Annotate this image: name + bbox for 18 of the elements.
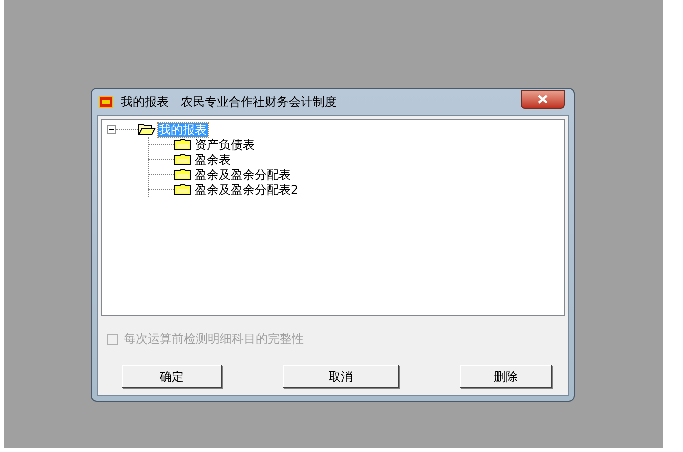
close-button[interactable] [521, 90, 565, 108]
tree-item[interactable]: 盈余及盈余分配表2 [194, 182, 300, 196]
folder-icon [174, 183, 192, 196]
dialog-button[interactable]: 取消 [283, 365, 399, 388]
open-folder-icon [138, 123, 156, 136]
folder-icon [174, 153, 192, 166]
window-title: 我的报表 农民专业合作社财务会计制度 [121, 94, 337, 111]
folder-icon [174, 168, 192, 181]
close-icon [538, 94, 548, 104]
collapse-icon[interactable] [107, 125, 116, 134]
checkbox-label: 每次运算前检测明细科目的完整性 [124, 331, 304, 348]
dialog-button[interactable]: 删除 [460, 365, 552, 388]
folder-icon [174, 138, 192, 151]
dialog-button[interactable]: 确定 [122, 365, 222, 388]
tree-item[interactable]: 资产负债表 [194, 138, 256, 152]
app-icon [99, 96, 113, 108]
tree-item[interactable]: 盈余表 [194, 152, 232, 166]
tree-item[interactable]: 盈余及盈余分配表 [194, 168, 292, 182]
